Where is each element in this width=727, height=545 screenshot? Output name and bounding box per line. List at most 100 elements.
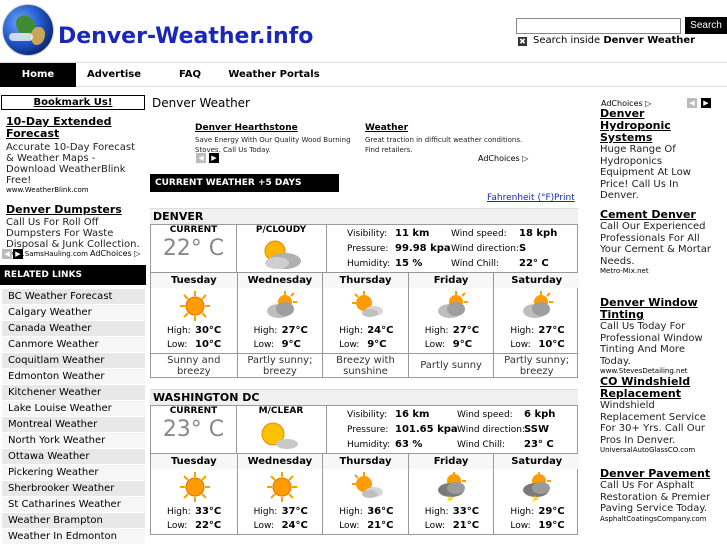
related-link[interactable]: Montreal Weather <box>2 417 145 433</box>
forecast-cell: High: 30°C Low: 10°C <box>151 288 237 353</box>
related-link[interactable]: Weather Brampton <box>2 513 145 529</box>
related-link[interactable]: Weather In Edmonton <box>2 529 145 545</box>
sun-icon <box>178 290 212 322</box>
center-ad-text: Great traction in difficult weather cond… <box>365 136 523 154</box>
center-ad-block: Denver Hearthstone Save Energy With Our … <box>193 122 533 166</box>
wind-direction-label: Wind direction: <box>451 244 519 254</box>
related-link[interactable]: Lake Louise Weather <box>2 401 145 417</box>
nav-weather-portals[interactable]: Weather Portals <box>228 63 320 87</box>
bookmark-button[interactable]: Bookmark Us! <box>1 95 145 110</box>
right-ad-title[interactable]: Cement Denver <box>600 209 718 221</box>
current-temp: 23° C <box>162 417 225 442</box>
fahrenheit-link[interactable]: Fahrenheit (°F) <box>487 193 554 203</box>
print-link[interactable]: Print <box>554 193 575 203</box>
adchoices-link[interactable]: AdChoices ▷ <box>478 154 528 163</box>
related-links-list: BC Weather Forecast Calgary Weather Cana… <box>2 289 145 545</box>
left-ad-url[interactable]: www.WeatherBlink.com <box>6 186 146 194</box>
nav-advertise[interactable]: Advertise <box>80 63 148 87</box>
low-label: Low: <box>339 521 360 531</box>
left-ad-title[interactable]: 10-Day Extended Forecast <box>6 116 146 140</box>
right-ad-url[interactable]: AsphaltCoatingsCompany.com <box>600 515 718 523</box>
low-label: Low: <box>510 521 531 531</box>
nav-home[interactable]: Home <box>0 63 76 87</box>
forecast-day: Tuesday <box>151 454 237 469</box>
high-label: High: <box>253 507 278 517</box>
humidity-label: Humidity: <box>347 259 391 269</box>
search-button[interactable]: Search <box>685 17 727 34</box>
high-value: 33°C <box>452 506 480 517</box>
high-label: High: <box>510 326 535 336</box>
high-value: 24°C <box>367 325 394 336</box>
related-link[interactable]: St Catharines Weather <box>2 497 145 513</box>
related-link[interactable]: Canmore Weather <box>2 337 145 353</box>
ad-prev-icon[interactable]: ◀ <box>196 153 206 163</box>
ad-next-icon[interactable]: ▶ <box>701 98 711 108</box>
sun-cloud-icon <box>350 471 384 503</box>
right-ad-title[interactable]: Denver Pavement <box>600 468 718 480</box>
related-link[interactable]: Calgary Weather <box>2 305 145 321</box>
ad-next-icon[interactable]: ▶ <box>209 153 219 163</box>
related-link[interactable]: Ottawa Weather <box>2 449 145 465</box>
right-ad-block: Denver Hydroponic Systems Huge Range Of … <box>600 108 718 529</box>
ad-prev-icon[interactable]: ◀ <box>2 249 12 259</box>
humidity-value: 63 % <box>395 439 423 450</box>
left-ad-footer: ◀ ▶ AdChoices ▷ <box>2 249 145 261</box>
search-input[interactable] <box>516 18 681 34</box>
related-link[interactable]: Sherbrooker Weather <box>2 481 145 497</box>
low-label: Low: <box>253 521 274 531</box>
wind-speed-label: Wind speed: <box>457 410 513 420</box>
partly-cloudy-icon <box>521 290 555 322</box>
partly-cloudy-icon <box>436 290 470 322</box>
forecast-days: Tuesday Wednesday Thursday Friday Saturday <box>150 272 579 288</box>
right-ad-url[interactable]: UniversalAutoGlassCO.com <box>600 446 718 454</box>
forecast-condition: Partly sunny <box>407 354 494 377</box>
current-conditions: CURRENT 22° C P/CLOUDY Visibility: 11 km Pres… <box>150 224 578 272</box>
related-link[interactable]: Kitchener Weather <box>2 385 145 401</box>
high-value: 30°C <box>195 325 222 336</box>
right-ad-title[interactable]: Denver Hydroponic Systems <box>600 108 718 144</box>
related-link[interactable]: BC Weather Forecast <box>2 289 145 305</box>
adchoices-link[interactable]: AdChoices ▷ <box>90 249 140 258</box>
forecast-condition: Partly sunny; breezy <box>493 354 579 377</box>
high-label: High: <box>253 326 278 336</box>
high-value: 27°C <box>281 325 308 336</box>
related-link[interactable]: Canada Weather <box>2 321 145 337</box>
forecast-day: Saturday <box>493 454 579 469</box>
wind-speed-value: 18 kph <box>519 228 558 239</box>
right-ad-url[interactable]: Metro-Mix.net <box>600 267 718 275</box>
ad-prev-icon[interactable]: ◀ <box>687 98 697 108</box>
related-link[interactable]: Pickering Weather <box>2 465 145 481</box>
center-ad-title[interactable]: Denver Hearthstone <box>195 122 360 134</box>
current-conditions: CURRENT 23° C M/CLEAR Visibility: 16 km Press… <box>150 405 578 453</box>
right-ad: Denver Window Tinting Call Us Today For … <box>600 297 718 376</box>
related-link[interactable]: Edmonton Weather <box>2 369 145 385</box>
left-ad-text: Accurate 10-Day Forecast & Weather Maps … <box>6 142 136 186</box>
related-link[interactable]: Coquitlam Weather <box>2 353 145 369</box>
low-label: Low: <box>424 340 446 350</box>
forecast-cell: High: 24°C Low: 9°C <box>322 288 408 353</box>
right-ad-title[interactable]: CO Windshield Replacement <box>600 376 718 400</box>
site-logo-globe[interactable] <box>2 4 54 56</box>
center-ad-title[interactable]: Weather <box>365 122 530 134</box>
right-ad: Denver Hydroponic Systems Huge Range Of … <box>600 108 718 203</box>
high-value: 29°C <box>538 506 565 517</box>
low-label: Low: <box>339 340 360 350</box>
wind-direction-value: S <box>519 243 527 254</box>
ad-next-icon[interactable]: ▶ <box>13 249 23 259</box>
high-label: High: <box>510 507 535 517</box>
search-scope-checkbox[interactable]: ✖ <box>518 37 527 46</box>
nav-faq[interactable]: FAQ <box>160 63 220 87</box>
forecast-body: High: 30°C Low: 10°C High: 27°C Low: 9°C High: 24… <box>150 288 578 354</box>
right-ad-text: Call Us For Asphalt Restoration & Premie… <box>600 480 711 515</box>
right-ad-title[interactable]: Denver Window Tinting <box>600 297 718 321</box>
high-label: High: <box>167 507 191 517</box>
related-link[interactable]: North York Weather <box>2 433 145 449</box>
current-weather-icon <box>255 418 305 452</box>
current-temp: 22° C <box>162 236 225 261</box>
left-ad-title[interactable]: Denver Dumpsters <box>6 204 146 216</box>
forecast-cell: High: 37°C Low: 24°C <box>236 469 323 534</box>
site-title[interactable]: Denver-Weather.info <box>58 24 313 49</box>
right-ad: Cement Denver Call Our Experienced Profe… <box>600 209 718 291</box>
sun-cloud-icon <box>350 290 384 322</box>
low-value: 9°C <box>367 339 387 350</box>
